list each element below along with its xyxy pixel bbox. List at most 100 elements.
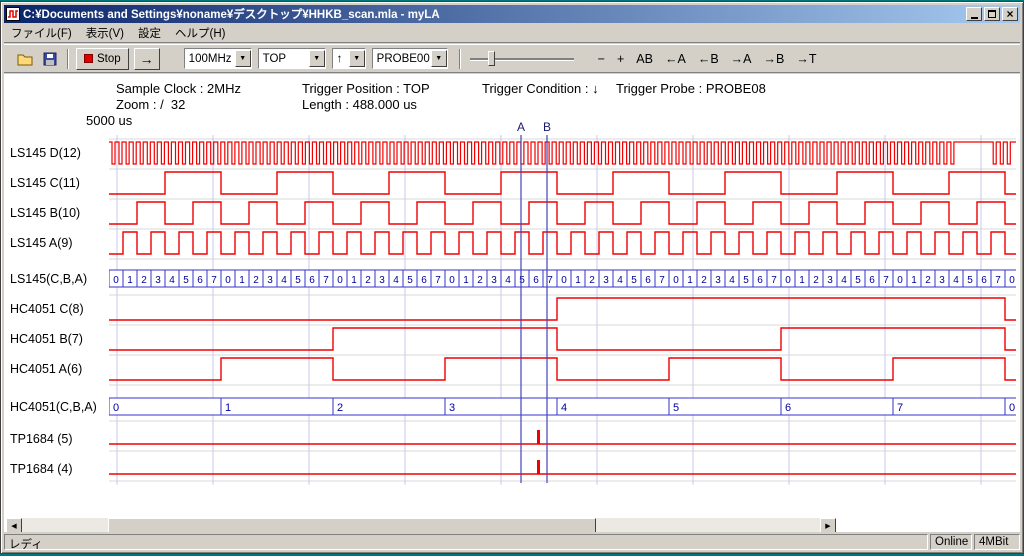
svg-text:1: 1 (911, 275, 917, 286)
zoom-slider[interactable] (470, 48, 574, 70)
trigger-position-value: TOP (263, 53, 309, 65)
channel-label: HC4051 C(8) (10, 301, 107, 317)
stop-label: Stop (97, 53, 121, 65)
slider-track (470, 58, 574, 60)
scroll-right-button[interactable]: ▶ (820, 518, 836, 532)
toolbar-nav-button[interactable]: + (613, 48, 628, 70)
svg-text:1: 1 (351, 275, 357, 286)
svg-text:4: 4 (729, 275, 735, 286)
probe-select[interactable]: PROBE00 ▼ (372, 48, 448, 69)
svg-text:7: 7 (883, 275, 889, 286)
trigger-edge-select[interactable]: ↑ ▼ (332, 48, 366, 69)
svg-text:4: 4 (841, 275, 847, 286)
svg-text:1: 1 (127, 275, 133, 286)
trigger-position-select[interactable]: TOP ▼ (258, 48, 326, 69)
svg-text:1: 1 (687, 275, 693, 286)
wave-channel-9 (109, 430, 1016, 444)
app-icon (6, 7, 20, 21)
scrollbar-track[interactable] (22, 518, 820, 532)
horizontal-scrollbar[interactable]: ◀ ▶ (6, 518, 836, 532)
svg-text:6: 6 (533, 275, 539, 286)
minimize-icon (971, 17, 978, 19)
svg-text:0: 0 (897, 275, 903, 286)
svg-text:6: 6 (869, 275, 875, 286)
run-button[interactable]: → (134, 48, 160, 70)
svg-text:2: 2 (365, 275, 371, 286)
sample-clock-value: 100MHz (189, 53, 235, 65)
svg-text:6: 6 (309, 275, 315, 286)
svg-text:1: 1 (799, 275, 805, 286)
status-ready: レディ (4, 534, 928, 550)
channel-label: LS145 A(9) (10, 235, 107, 251)
svg-text:7: 7 (995, 275, 1001, 286)
svg-text:7: 7 (211, 275, 217, 286)
svg-text:2: 2 (253, 275, 259, 286)
open-folder-icon (17, 52, 33, 66)
wave-channel-7 (109, 358, 1016, 380)
svg-text:4: 4 (505, 275, 511, 286)
svg-text:5: 5 (407, 275, 413, 286)
toolbar: Stop → 100MHz ▼ TOP ▼ ↑ ▼ PROBE00 ▼ −+AB… (4, 44, 1020, 73)
cursor-label: A (517, 120, 525, 134)
svg-text:2: 2 (337, 402, 343, 414)
toolbar-nav-button[interactable]: AB (632, 48, 657, 70)
chevron-down-icon[interactable]: ▼ (431, 50, 447, 67)
toolbar-nav-button[interactable]: ←B (694, 48, 723, 70)
channel-label: LS145 B(10) (10, 205, 107, 221)
svg-text:5: 5 (183, 275, 189, 286)
waveform-plot[interactable]: 0123456701234567012345670123456701234567… (4, 74, 1020, 518)
toolbar-separator (67, 49, 69, 69)
sample-clock-select[interactable]: 100MHz ▼ (184, 48, 252, 69)
wave-channel-8: 012345670 (109, 398, 1020, 415)
svg-text:4: 4 (617, 275, 623, 286)
toolbar-nav-button[interactable]: →T (792, 48, 820, 70)
chevron-down-icon[interactable]: ▼ (349, 50, 365, 67)
toolbar-nav-button[interactable]: ←A (661, 48, 690, 70)
trigger-edge-value: ↑ (337, 53, 349, 65)
wave-channel-0 (109, 142, 1016, 164)
minimize-button[interactable] (966, 7, 982, 21)
titlebar[interactable]: C:¥Documents and Settings¥noname¥デスクトップ¥… (4, 5, 1020, 23)
svg-text:2: 2 (589, 275, 595, 286)
slider-thumb[interactable] (488, 51, 495, 66)
chevron-down-icon[interactable]: ▼ (235, 50, 251, 67)
toolbar-nav-button[interactable]: →A (727, 48, 756, 70)
chevron-down-icon[interactable]: ▼ (309, 50, 325, 67)
menu-item[interactable]: 表示(V) (79, 24, 131, 42)
maximize-button[interactable] (984, 7, 1000, 21)
maximize-icon (988, 10, 996, 18)
menu-item[interactable]: ファイル(F) (4, 24, 79, 42)
channel-label: HC4051 B(7) (10, 331, 107, 347)
svg-text:0: 0 (113, 402, 119, 414)
cursor-markers: AB (517, 120, 551, 483)
svg-text:0: 0 (1009, 275, 1015, 286)
svg-text:2: 2 (701, 275, 707, 286)
svg-text:5: 5 (743, 275, 749, 286)
channel-label: LS145 C(11) (10, 175, 107, 191)
open-button[interactable] (12, 48, 37, 70)
stop-button[interactable]: Stop (76, 48, 129, 70)
svg-text:0: 0 (785, 275, 791, 286)
svg-text:6: 6 (757, 275, 763, 286)
toolbar-separator (459, 49, 461, 69)
toolbar-nav-button[interactable]: →B (760, 48, 789, 70)
svg-text:0: 0 (225, 275, 231, 286)
svg-text:2: 2 (477, 275, 483, 286)
status-online: Online (930, 534, 972, 550)
svg-text:1: 1 (463, 275, 469, 286)
wave-channel-5 (109, 298, 1016, 320)
svg-text:6: 6 (785, 402, 791, 414)
toolbar-nav-button[interactable]: − (594, 48, 609, 70)
svg-text:3: 3 (603, 275, 609, 286)
wave-channel-2 (109, 202, 1016, 224)
save-button[interactable] (37, 48, 62, 70)
waveforms: 0123456701234567012345670123456701234567… (109, 142, 1020, 474)
scroll-left-button[interactable]: ◀ (6, 518, 22, 532)
menu-item[interactable]: ヘルプ(H) (168, 24, 232, 42)
svg-text:6: 6 (981, 275, 987, 286)
wave-channel-3 (109, 232, 1016, 254)
scrollbar-thumb[interactable] (108, 518, 596, 532)
svg-text:0: 0 (113, 275, 119, 286)
menu-item[interactable]: 設定 (131, 24, 168, 42)
close-button[interactable]: × (1002, 7, 1018, 21)
